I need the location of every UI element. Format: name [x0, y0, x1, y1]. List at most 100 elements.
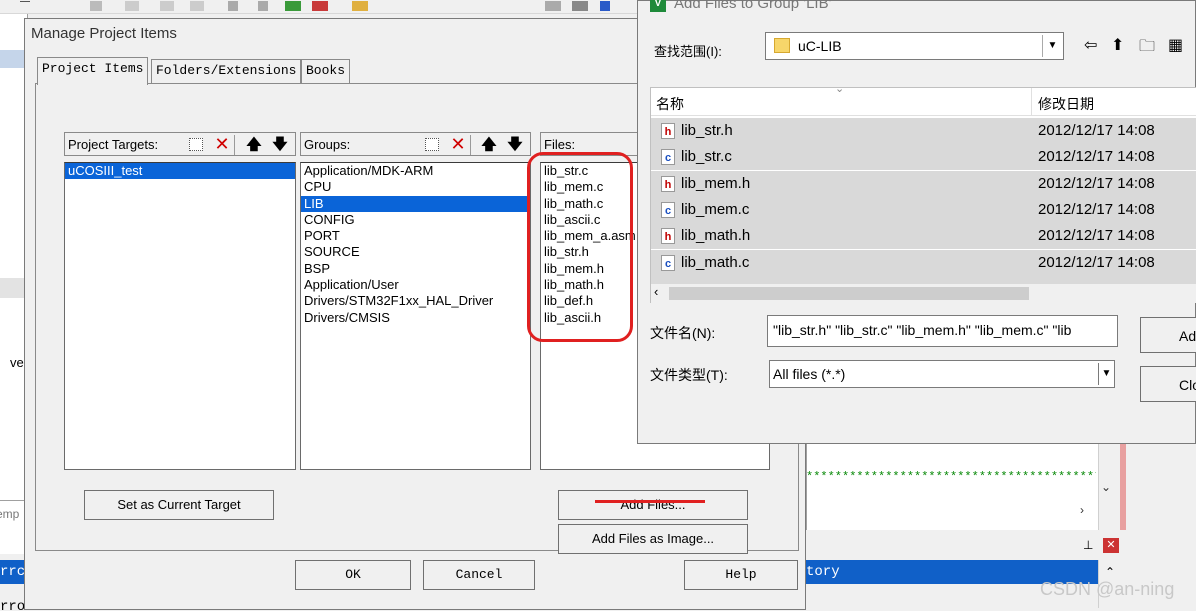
c-source-file-icon: c — [661, 201, 675, 218]
toolbar-icon[interactable] — [90, 1, 102, 11]
folder-icon — [774, 38, 790, 53]
toolbar-icon[interactable] — [545, 1, 561, 11]
c-source-file-icon: c — [661, 254, 675, 271]
view-menu-icon[interactable]: ▦ — [1168, 35, 1183, 55]
move-up-icon[interactable]: 🡅 — [479, 135, 499, 154]
files-label: Files: — [544, 137, 576, 152]
toolbar-icon[interactable] — [125, 1, 139, 11]
tab-project-items[interactable]: Project Items — [37, 57, 149, 85]
targets-list[interactable]: uCOSIII_test — [64, 162, 296, 470]
filetype-value: All files (*.*) — [773, 366, 846, 382]
toolbar-icon[interactable] — [352, 1, 368, 11]
editor-area — [806, 440, 1126, 530]
toolbar-icon[interactable] — [285, 1, 301, 11]
ok-button[interactable]: OK — [295, 560, 411, 590]
file-row[interactable]: c lib_math.c 2012/12/17 14:08 — [651, 249, 1196, 276]
add-button[interactable]: Ad — [1140, 317, 1196, 353]
groups-list-item[interactable]: BSP — [301, 261, 530, 277]
groups-list[interactable]: Application/MDK-ARM CPU LIB CONFIG PORT SOURC… — [300, 162, 531, 470]
column-name[interactable]: 名称 — [656, 94, 684, 114]
filetype-select[interactable]: All files (*.*) ▼ — [769, 360, 1115, 388]
file-date: 2012/12/17 14:08 — [1038, 148, 1155, 166]
up-folder-icon[interactable]: ⬆ — [1111, 35, 1124, 55]
toolbar-icon[interactable] — [228, 1, 238, 11]
set-current-target-button[interactable]: Set as Current Target — [84, 490, 274, 520]
groups-list-item[interactable]: SOURCE — [301, 244, 530, 260]
column-date[interactable]: 修改日期 — [1038, 94, 1094, 114]
look-in-select[interactable]: uC-LIB ▼ — [765, 32, 1064, 60]
toolbar-icon[interactable] — [190, 1, 204, 11]
close-button[interactable]: Clo — [1140, 366, 1196, 402]
file-date: 2012/12/17 14:08 — [1038, 227, 1155, 245]
new-group-icon[interactable] — [425, 138, 439, 151]
targets-list-item[interactable]: uCOSIII_test — [65, 163, 295, 180]
filename-input[interactable]: "lib_str.h" "lib_str.c" "lib_mem.h" "lib… — [767, 315, 1118, 347]
scrollbar-thumb[interactable] — [669, 287, 1029, 300]
header-file-icon: h — [661, 175, 675, 192]
groups-list-item[interactable]: Application/MDK-ARM — [301, 163, 530, 179]
cancel-button[interactable]: Cancel — [423, 560, 535, 590]
delete-group-icon[interactable]: ✕ — [448, 135, 468, 154]
new-folder-icon[interactable]: 🗀 — [1139, 35, 1155, 62]
move-down-icon[interactable]: 🡇 — [270, 135, 290, 154]
toolbar-icon[interactable] — [258, 1, 268, 11]
file-row[interactable]: h lib_math.h 2012/12/17 14:08 — [651, 223, 1196, 250]
file-row[interactable]: c lib_mem.c 2012/12/17 14:08 — [651, 196, 1196, 223]
chevron-up-icon[interactable]: ⌃ — [1105, 565, 1115, 579]
chevron-down-icon[interactable]: ⌄ — [1101, 480, 1111, 494]
header-file-icon: h — [661, 228, 675, 245]
groups-label: Groups: — [304, 137, 351, 152]
tab-books[interactable]: Books — [301, 59, 351, 83]
watermark: CSDN @an-ning — [1040, 579, 1175, 599]
file-row[interactable]: c lib_str.c 2012/12/17 14:08 — [651, 144, 1196, 171]
chevron-left-icon[interactable]: ‹ — [654, 284, 658, 299]
toolbar-icon[interactable] — [572, 1, 588, 11]
column-divider[interactable] — [1031, 88, 1032, 116]
add-files-dialog: V Add Files to Group 'LIB' 查找范围(I): uC-L… — [637, 0, 1196, 444]
move-down-icon[interactable]: 🡇 — [505, 135, 525, 154]
groups-list-item[interactable]: PORT — [301, 228, 530, 244]
groups-list-item[interactable]: Drivers/CMSIS — [301, 310, 530, 326]
chevron-down-icon[interactable]: ▼ — [1098, 363, 1114, 385]
delete-target-icon[interactable]: ✕ — [212, 135, 232, 154]
groups-header: Groups: ✕ 🡅 🡇 — [300, 132, 531, 156]
groups-list-item[interactable]: Application/User — [301, 277, 530, 293]
back-icon[interactable]: ⇦ — [1084, 35, 1097, 55]
close-button-label: Clo — [1179, 377, 1196, 393]
output-panel-title — [806, 536, 1126, 558]
file-list[interactable]: ⌄ 名称 修改日期 h lib_str.h 2012/12/17 14:08 c lib… — [650, 83, 1196, 303]
move-up-icon[interactable]: 🡅 — [244, 135, 264, 154]
close-icon[interactable]: ✕ — [1103, 538, 1119, 553]
dialog-title: Add Files to Group 'LIB' — [674, 0, 832, 12]
editor-text: ****************************************… — [806, 470, 1096, 484]
groups-list-item[interactable]: LIB — [301, 195, 530, 212]
tab-folders-extensions[interactable]: Folders/Extensions — [151, 59, 302, 83]
chevron-right-icon[interactable]: › — [1080, 503, 1084, 517]
toolbar-icon[interactable] — [160, 1, 174, 11]
targets-header: Project Targets: ✕ 🡅 🡇 — [64, 132, 296, 156]
horizontal-scrollbar[interactable]: ‹ — [651, 284, 1196, 303]
file-row[interactable]: h lib_str.h 2012/12/17 14:08 — [651, 118, 1196, 144]
look-in-value: uC-LIB — [798, 38, 842, 54]
groups-list-item[interactable]: Drivers/STM32F1xx_HAL_Driver — [301, 293, 530, 309]
add-files-as-image-button[interactable]: Add Files as Image... — [558, 524, 748, 554]
targets-label: Project Targets: — [68, 137, 159, 152]
filetype-label: 文件类型(T): — [650, 367, 728, 383]
toolbar-icon[interactable] — [600, 1, 610, 11]
new-target-icon[interactable] — [189, 138, 203, 151]
add-files-button[interactable]: Add Files... — [558, 490, 748, 520]
c-source-file-icon: c — [661, 149, 675, 166]
groups-list-item[interactable]: CPU — [301, 179, 530, 195]
toolbar-icon[interactable] — [312, 1, 328, 11]
file-name: lib_math.c — [681, 253, 750, 271]
project-pane-tab-label: emp — [0, 507, 20, 521]
file-date: 2012/12/17 14:08 — [1038, 200, 1155, 218]
toolbar-icon[interactable] — [20, 1, 30, 11]
file-name: lib_mem.h — [681, 174, 751, 192]
groups-list-item[interactable]: CONFIG — [301, 212, 530, 228]
chevron-down-icon[interactable]: ▼ — [1042, 35, 1062, 57]
pin-icon[interactable]: ⊥ — [1083, 538, 1093, 552]
file-row[interactable]: h lib_mem.h 2012/12/17 14:08 — [651, 170, 1196, 197]
look-in-label: 查找范围(I): — [654, 44, 722, 59]
help-button[interactable]: Help — [684, 560, 798, 590]
